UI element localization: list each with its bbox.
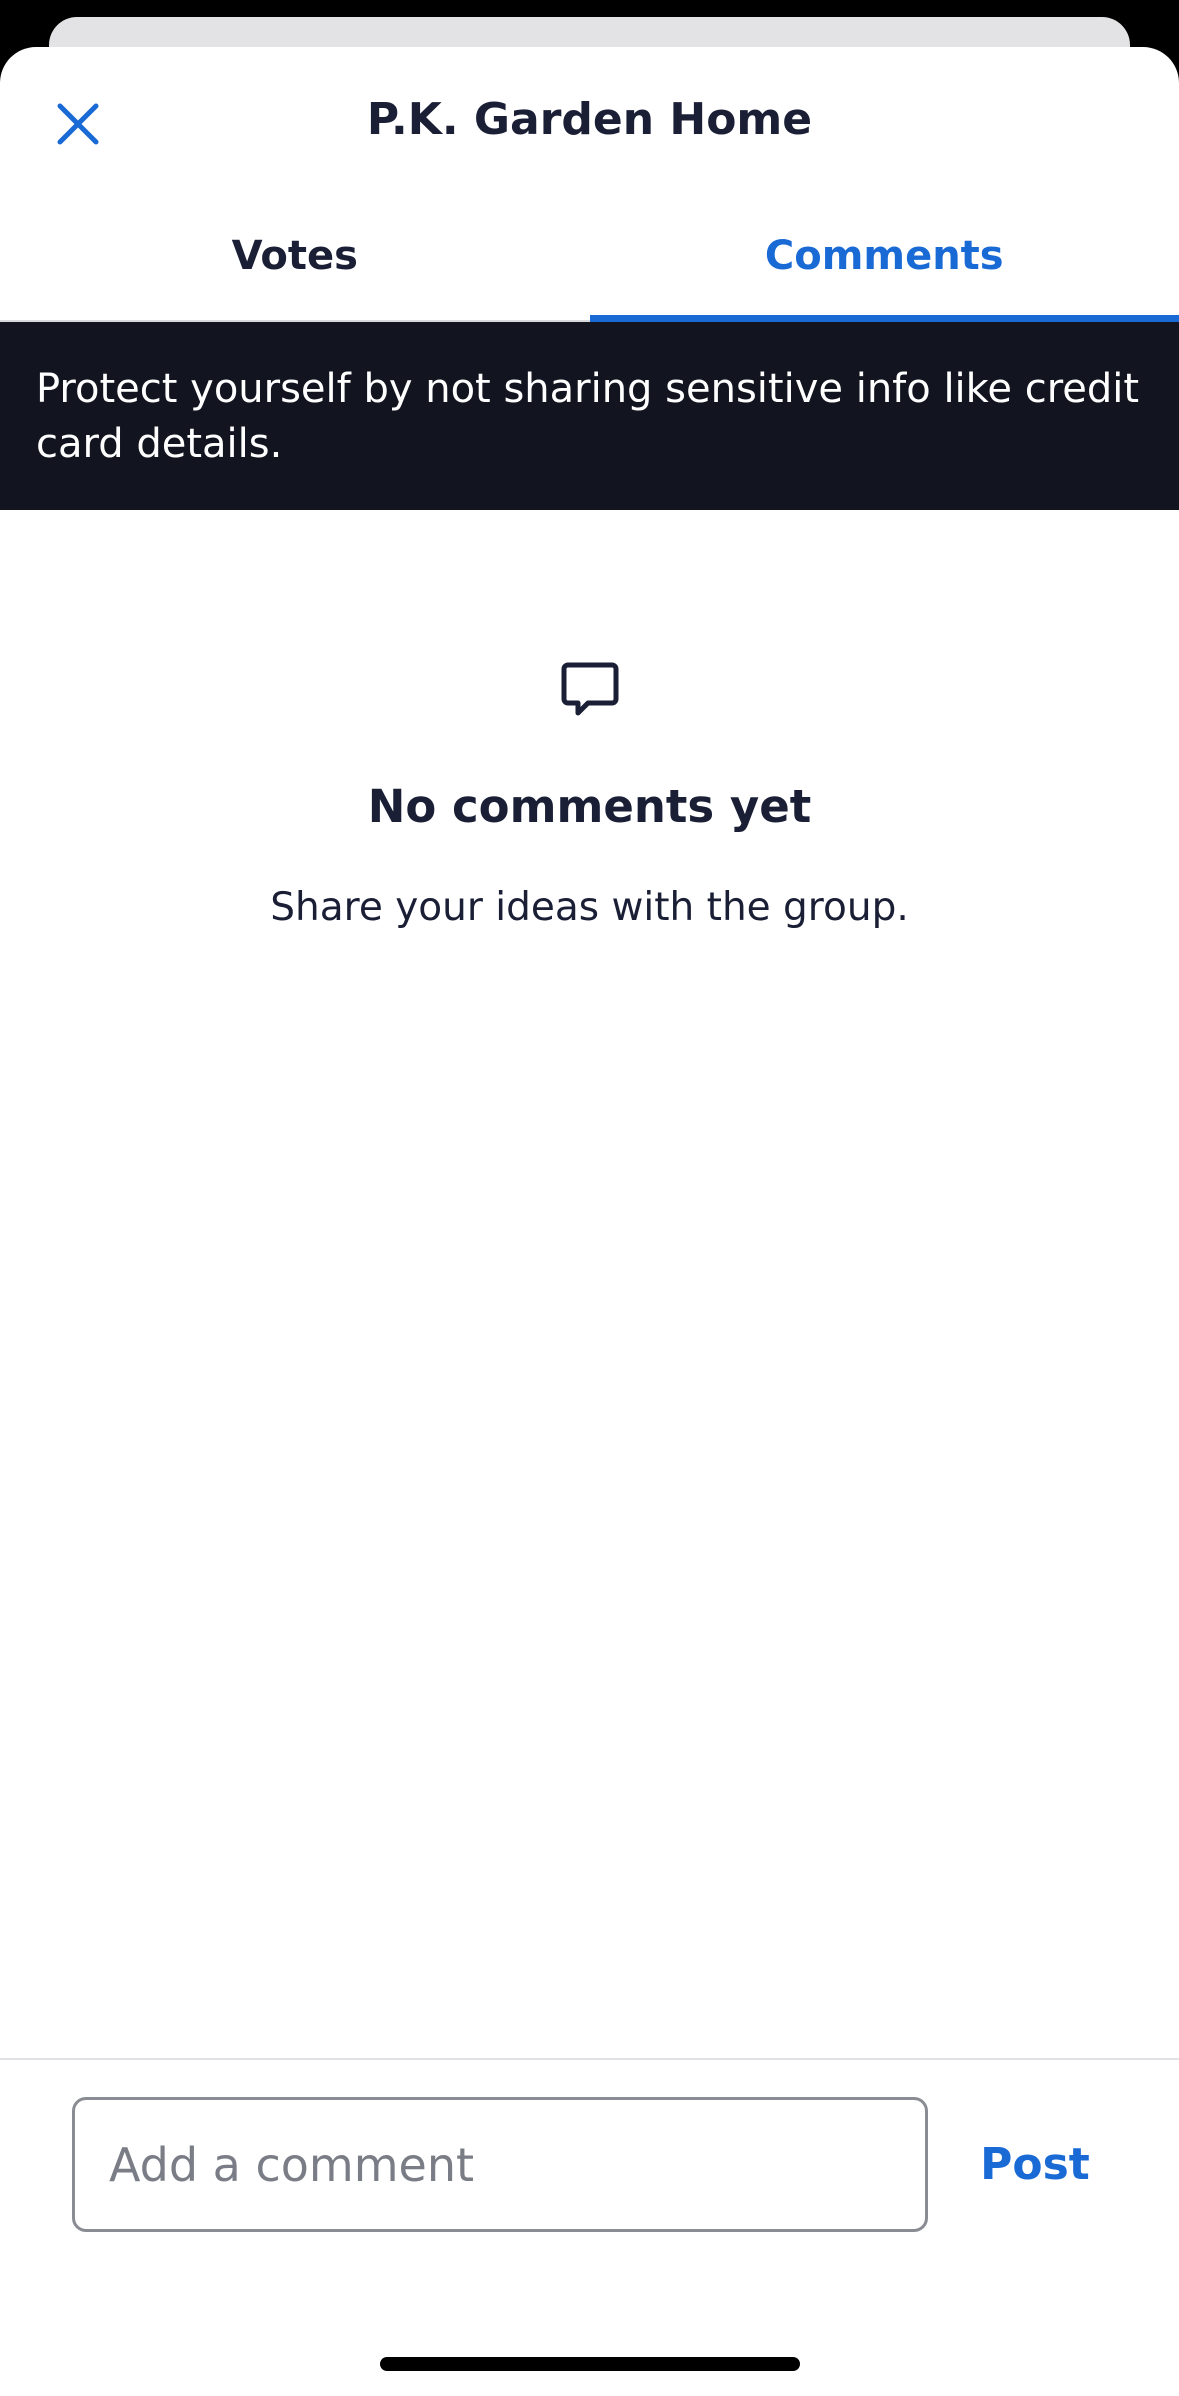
home-indicator[interactable] <box>380 2357 800 2371</box>
close-button[interactable] <box>43 89 113 159</box>
empty-state: No comments yet Share your ideas with th… <box>0 657 1179 933</box>
post-button[interactable]: Post <box>960 2097 1110 2232</box>
comments-sheet: P.K. Garden Home Votes Comments Protect … <box>0 47 1179 2396</box>
sheet-header: P.K. Garden Home <box>0 47 1179 192</box>
safety-banner: Protect yourself by not sharing sensitiv… <box>0 322 1179 510</box>
close-icon <box>57 103 99 145</box>
safety-banner-text: Protect yourself by not sharing sensitiv… <box>36 366 1140 467</box>
tab-comments[interactable]: Comments <box>589 192 1179 322</box>
tab-votes[interactable]: Votes <box>0 192 590 320</box>
comment-bubble-icon <box>561 662 618 716</box>
empty-state-title: No comments yet <box>367 780 812 833</box>
tab-bar: Votes Comments <box>0 192 1179 322</box>
page-title: P.K. Garden Home <box>366 94 813 145</box>
comment-composer: Post <box>0 2058 1179 2396</box>
comment-input[interactable] <box>72 2097 928 2232</box>
empty-state-subtitle: Share your ideas with the group. <box>270 885 909 930</box>
